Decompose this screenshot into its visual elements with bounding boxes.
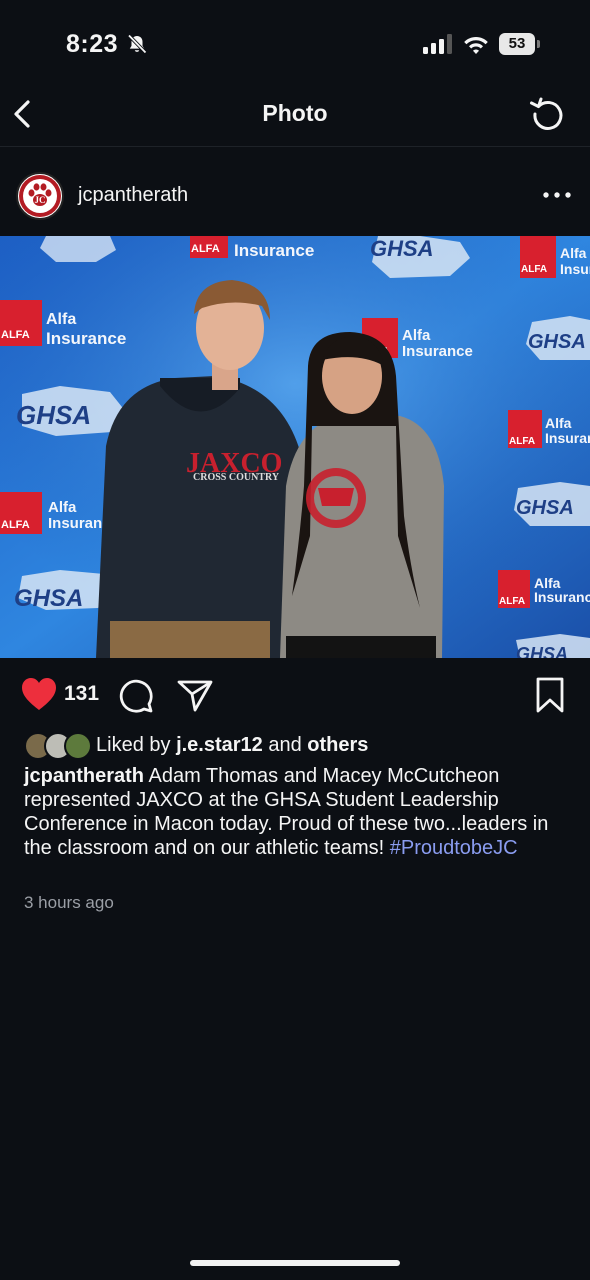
page-title: Photo bbox=[262, 100, 328, 126]
signal-icon bbox=[423, 34, 452, 54]
svg-text:ALFA: ALFA bbox=[521, 264, 547, 275]
svg-text:Insurance: Insurance bbox=[534, 589, 590, 605]
home-indicator[interactable] bbox=[190, 1260, 400, 1266]
svg-text:ALFA: ALFA bbox=[509, 436, 535, 447]
svg-text:ALFA: ALFA bbox=[1, 329, 30, 341]
svg-text:Alfa: Alfa bbox=[402, 327, 431, 344]
shirt-sub-text: CROSS COUNTRY bbox=[193, 472, 280, 483]
status-time: 8:23 bbox=[66, 30, 119, 58]
battery-icon: 53 bbox=[499, 33, 541, 55]
svg-text:Insurance: Insurance bbox=[46, 329, 126, 348]
status-bar: 8:23 53 bbox=[0, 0, 590, 88]
svg-text:Alfa: Alfa bbox=[545, 415, 572, 431]
ghsa-logo: GHSA bbox=[514, 482, 590, 526]
svg-text:Insurance: Insurance bbox=[545, 430, 590, 446]
bookmark-icon[interactable] bbox=[534, 676, 566, 714]
photo-image: GHSA GHSA GHSA GHSA GHSA GHSA ALFA Insur… bbox=[0, 236, 590, 658]
svg-text:GHSA: GHSA bbox=[528, 331, 586, 353]
bell-off-icon bbox=[127, 34, 147, 54]
refresh-icon[interactable] bbox=[528, 94, 568, 134]
liked-by-others[interactable]: others bbox=[307, 734, 368, 756]
svg-text:ALFA: ALFA bbox=[1, 519, 30, 531]
post-timestamp: 3 hours ago bbox=[24, 893, 114, 912]
svg-text:Alfa: Alfa bbox=[48, 499, 77, 516]
paw-logo-icon: JC bbox=[19, 175, 61, 217]
battery-level: 53 bbox=[508, 35, 526, 52]
heart-icon[interactable] bbox=[20, 676, 58, 712]
caption-username[interactable]: jcpantherath bbox=[24, 765, 144, 787]
svg-text:GHSA: GHSA bbox=[16, 400, 91, 430]
nav-bar: Photo bbox=[0, 88, 590, 147]
more-dots-icon[interactable] bbox=[540, 182, 574, 208]
liked-by-row[interactable]: Liked by j.e.star12 and others bbox=[24, 730, 584, 760]
svg-text:ALFA: ALFA bbox=[191, 243, 220, 255]
like-count[interactable]: 131 bbox=[64, 682, 99, 706]
svg-text:JC: JC bbox=[35, 195, 46, 205]
liked-by-text: Liked by j.e.star12 and others bbox=[96, 734, 369, 756]
svg-text:GHSA: GHSA bbox=[516, 497, 574, 519]
svg-text:GHSA: GHSA bbox=[370, 236, 434, 261]
profile-avatar[interactable]: JC bbox=[16, 172, 64, 220]
comment-icon[interactable] bbox=[116, 676, 154, 714]
svg-text:Alfa: Alfa bbox=[560, 245, 587, 261]
share-icon[interactable] bbox=[176, 676, 214, 714]
liked-by-user[interactable]: j.e.star12 bbox=[176, 734, 263, 756]
svg-text:Insurance: Insurance bbox=[234, 241, 314, 260]
ghsa-logo: GHSA bbox=[16, 386, 126, 436]
svg-text:Insurance: Insurance bbox=[560, 261, 590, 277]
caption-hashtag[interactable]: #ProudtobeJC bbox=[390, 837, 518, 859]
svg-text:GHSA: GHSA bbox=[516, 644, 568, 658]
svg-text:GHSA: GHSA bbox=[14, 585, 83, 612]
post-header: JC jcpantherath bbox=[0, 148, 590, 236]
svg-text:Alfa: Alfa bbox=[46, 311, 76, 328]
post-actions: 131 bbox=[0, 668, 590, 722]
ghsa-logo: GHSA bbox=[526, 316, 590, 360]
svg-text:ALFA: ALFA bbox=[499, 596, 525, 607]
svg-text:Insurance: Insurance bbox=[402, 343, 473, 360]
post-photo[interactable]: GHSA GHSA GHSA GHSA GHSA GHSA ALFA Insur… bbox=[0, 236, 590, 658]
avatar bbox=[64, 732, 92, 760]
wifi-icon bbox=[464, 37, 488, 54]
liker-avatars bbox=[24, 732, 94, 760]
post-username[interactable]: jcpantherath bbox=[78, 184, 188, 207]
post-caption: jcpantherath Adam Thomas and Macey McCut… bbox=[24, 764, 564, 860]
